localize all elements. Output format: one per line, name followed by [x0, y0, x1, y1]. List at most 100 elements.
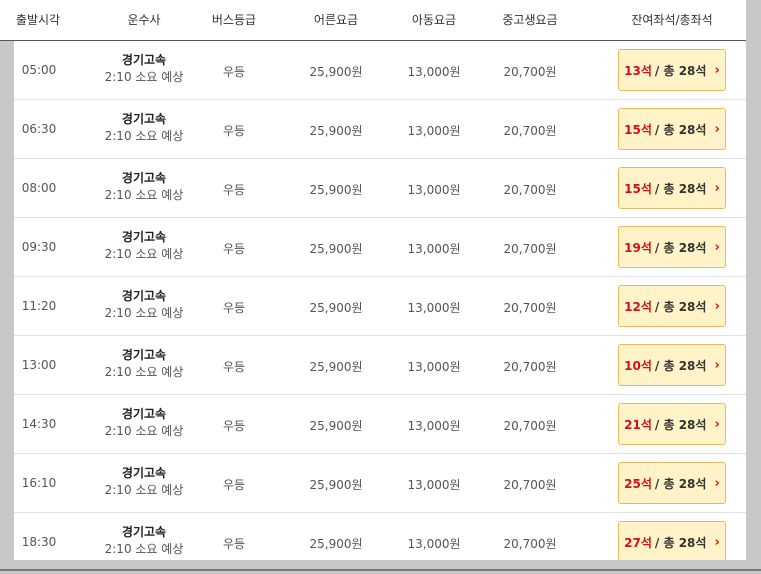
- trip-duration: 2:10 소요 예상: [104, 129, 184, 143]
- chevron-right-icon: ›: [714, 298, 720, 314]
- departure-time: 13:00: [21, 358, 57, 372]
- trip-duration: 2:10 소요 예상: [104, 188, 184, 202]
- company-name: 경기고속: [121, 230, 167, 244]
- company-name: 경기고속: [121, 171, 167, 185]
- adult-fare: 25,900원: [309, 124, 363, 138]
- chevron-right-icon: ›: [714, 475, 720, 491]
- company-name: 경기고속: [121, 466, 167, 480]
- seat-select-button[interactable]: 15석 / 총 28석 ›: [618, 108, 726, 150]
- departure-time: 05:00: [21, 63, 57, 77]
- total-seats: / 총 28석: [654, 299, 707, 314]
- seat-select-button[interactable]: 10석 / 총 28석 ›: [618, 344, 726, 386]
- company-name: 경기고속: [121, 53, 167, 67]
- remaining-seats: 13석: [624, 63, 652, 78]
- table-header: 출발시각 운수사 버스등급 어른요금 아동요금 중고생요금 잔여좌석/총좌석: [0, 0, 747, 41]
- bus-grade: 우등: [222, 360, 246, 374]
- trip-duration: 2:10 소요 예상: [104, 424, 184, 438]
- student-fare: 20,700원: [503, 301, 557, 315]
- bus-company: 경기고속 2:10 소요 예상: [84, 347, 204, 381]
- bus-grade: 우등: [222, 183, 246, 197]
- table-row: 16:10 경기고속 2:10 소요 예상 우등 25,900원 13,000원 20,70…: [14, 454, 746, 513]
- company-name: 경기고속: [121, 348, 167, 362]
- chevron-right-icon: ›: [714, 357, 720, 373]
- child-fare: 13,000원: [407, 183, 461, 197]
- student-fare: 20,700원: [503, 419, 557, 433]
- adult-fare: 25,900원: [309, 301, 363, 315]
- header-bus-grade: 버스등급: [211, 13, 257, 27]
- student-fare: 20,700원: [503, 242, 557, 256]
- chevron-right-icon: ›: [714, 239, 720, 255]
- total-seats: / 총 28석: [654, 476, 707, 491]
- remaining-seats: 25석: [624, 476, 652, 491]
- child-fare: 13,000원: [407, 360, 461, 374]
- bus-grade: 우등: [222, 301, 246, 315]
- bus-grade: 우등: [222, 478, 246, 492]
- seat-select-button[interactable]: 27석 / 총 28석 ›: [618, 521, 726, 563]
- total-seats: / 총 28석: [654, 181, 707, 196]
- bus-schedule-viewport: 출발시각 운수사 버스등급 어른요금 아동요금 중고생요금 잔여좌석/총좌석 0…: [0, 0, 761, 574]
- header-seats: 잔여좌석/총좌석: [631, 13, 713, 27]
- student-fare: 20,700원: [503, 65, 557, 79]
- header-departure-time: 출발시각: [15, 13, 61, 27]
- bottom-edge: [0, 560, 761, 574]
- adult-fare: 25,900원: [309, 419, 363, 433]
- departure-time: 08:00: [21, 181, 57, 195]
- seat-select-button[interactable]: 21석 / 총 28석 ›: [618, 403, 726, 445]
- departure-time: 14:30: [21, 417, 57, 431]
- remaining-seats: 10석: [624, 358, 652, 373]
- child-fare: 13,000원: [407, 537, 461, 551]
- table-row: 13:00 경기고속 2:10 소요 예상 우등 25,900원 13,000원 20,70…: [14, 336, 746, 395]
- adult-fare: 25,900원: [309, 537, 363, 551]
- bus-company: 경기고속 2:10 소요 예상: [84, 52, 204, 86]
- child-fare: 13,000원: [407, 419, 461, 433]
- header-adult-fare: 어른요금: [313, 13, 359, 27]
- departure-time: 18:30: [21, 535, 57, 549]
- seat-select-button[interactable]: 15석 / 총 28석 ›: [618, 167, 726, 209]
- chevron-right-icon: ›: [714, 121, 720, 137]
- seat-select-button[interactable]: 13석 / 총 28석 ›: [618, 49, 726, 91]
- student-fare: 20,700원: [503, 537, 557, 551]
- seat-select-button[interactable]: 19석 / 총 28석 ›: [618, 226, 726, 268]
- bus-company: 경기고속 2:10 소요 예상: [84, 524, 204, 558]
- chevron-right-icon: ›: [714, 416, 720, 432]
- remaining-seats: 15석: [624, 122, 652, 137]
- total-seats: / 총 28석: [654, 535, 707, 550]
- adult-fare: 25,900원: [309, 478, 363, 492]
- table-row: 08:00 경기고속 2:10 소요 예상 우등 25,900원 13,000원 20,70…: [14, 159, 746, 218]
- student-fare: 20,700원: [503, 124, 557, 138]
- chevron-right-icon: ›: [714, 180, 720, 196]
- adult-fare: 25,900원: [309, 360, 363, 374]
- table-row: 09:30 경기고속 2:10 소요 예상 우등 25,900원 13,000원 20,70…: [14, 218, 746, 277]
- departure-time: 11:20: [21, 299, 57, 313]
- header-company: 운수사: [127, 13, 161, 27]
- seat-select-button[interactable]: 25석 / 총 28석 ›: [618, 462, 726, 504]
- header-child-fare: 아동요금: [411, 13, 457, 27]
- child-fare: 13,000원: [407, 242, 461, 256]
- company-name: 경기고속: [121, 112, 167, 126]
- trip-duration: 2:10 소요 예상: [104, 483, 184, 497]
- remaining-seats: 21석: [624, 417, 652, 432]
- bus-company: 경기고속 2:10 소요 예상: [84, 111, 204, 145]
- student-fare: 20,700원: [503, 478, 557, 492]
- company-name: 경기고속: [121, 407, 167, 421]
- remaining-seats: 19석: [624, 240, 652, 255]
- bus-grade: 우등: [222, 537, 246, 551]
- child-fare: 13,000원: [407, 124, 461, 138]
- table-row: 05:00 경기고속 2:10 소요 예상 우등 25,900원 13,000원 20,70…: [14, 41, 746, 100]
- chevron-right-icon: ›: [714, 534, 720, 550]
- adult-fare: 25,900원: [309, 65, 363, 79]
- seat-select-button[interactable]: 12석 / 총 28석 ›: [618, 285, 726, 327]
- bus-grade: 우등: [222, 124, 246, 138]
- child-fare: 13,000원: [407, 301, 461, 315]
- table-row: 11:20 경기고속 2:10 소요 예상 우등 25,900원 13,000원 20,70…: [14, 277, 746, 336]
- bus-company: 경기고속 2:10 소요 예상: [84, 170, 204, 204]
- right-edge: [746, 0, 761, 574]
- student-fare: 20,700원: [503, 360, 557, 374]
- bus-company: 경기고속 2:10 소요 예상: [84, 465, 204, 499]
- trip-duration: 2:10 소요 예상: [104, 70, 184, 84]
- adult-fare: 25,900원: [309, 242, 363, 256]
- total-seats: / 총 28석: [654, 122, 707, 137]
- trip-duration: 2:10 소요 예상: [104, 306, 184, 320]
- table-row: 06:30 경기고속 2:10 소요 예상 우등 25,900원 13,000원 20,70…: [14, 100, 746, 159]
- bus-grade: 우등: [222, 242, 246, 256]
